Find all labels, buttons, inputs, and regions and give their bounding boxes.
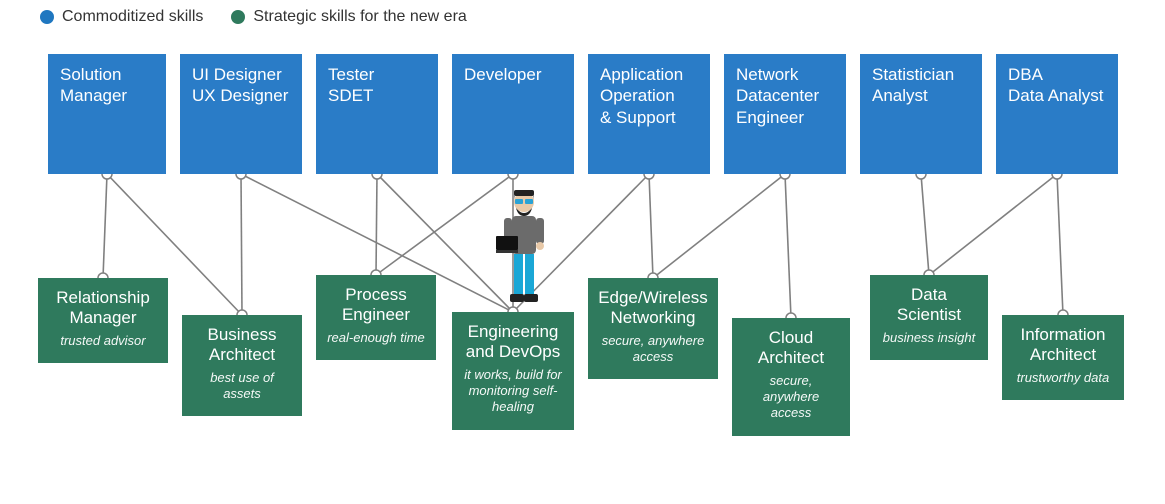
- bottom-box-process-engineer: Process Engineer real-enough time: [316, 275, 436, 360]
- bottom-box-title: Relationship Manager: [48, 288, 158, 329]
- legend-label-strategic: Strategic skills for the new era: [253, 8, 466, 26]
- bottom-box-subtitle: it works, build for monitoring self-heal…: [462, 367, 564, 416]
- bottom-box-subtitle: trustworthy data: [1012, 370, 1114, 386]
- bottom-box-subtitle: secure, anywhere access: [742, 373, 840, 422]
- top-box-tester-sdet: TesterSDET: [316, 54, 438, 174]
- bottom-box-subtitle: real-enough time: [326, 330, 426, 346]
- bottom-box-cloud-architect: Cloud Architectsecure, anywhere access: [732, 318, 850, 436]
- bottom-box-title: Data Scientist: [880, 285, 978, 326]
- top-box-line: DBA: [1008, 64, 1106, 85]
- top-box-statistician-analyst: StatisticianAnalyst: [860, 54, 982, 174]
- top-box-line: Manager: [60, 85, 154, 106]
- bottom-box-subtitle: secure, anywhere access: [598, 333, 708, 366]
- top-box-line: Statistician: [872, 64, 970, 85]
- bottom-box-title: Cloud Architect: [742, 328, 840, 369]
- top-box-solution-manager: SolutionManager: [48, 54, 166, 174]
- legend-item-strategic: Strategic skills for the new era: [231, 8, 466, 26]
- bottom-box-title: Engineering and DevOps: [462, 322, 564, 363]
- top-box-line: UX Designer: [192, 85, 290, 106]
- top-box-line: Operation: [600, 85, 698, 106]
- top-box-app-operation-support: ApplicationOperation& Support: [588, 54, 710, 174]
- legend-dot-commoditized: [40, 10, 54, 24]
- bottom-box-engineering-devops: Engineering and DevOpsit works, build fo…: [452, 312, 574, 430]
- developer-person-icon: [492, 188, 556, 317]
- bottom-box-business-architect: Business Architect best use of assets: [182, 315, 302, 416]
- top-box-line: Tester: [328, 64, 426, 85]
- top-box-line: Analyst: [872, 85, 970, 106]
- top-box-line: UI Designer: [192, 64, 290, 85]
- bottom-box-subtitle: trusted advisor: [48, 333, 158, 349]
- bottom-box-title: Edge/Wireless Networking: [598, 288, 708, 329]
- top-box-line: SDET: [328, 85, 426, 106]
- legend-dot-strategic: [231, 10, 245, 24]
- bottom-box-relationship-manager: Relationship Manager trusted advisor: [38, 278, 168, 363]
- bottom-box-subtitle: best use of assets: [192, 370, 292, 403]
- top-box-line: Network: [736, 64, 834, 85]
- connector-lines: [0, 0, 1165, 504]
- top-box-line: Engineer: [736, 107, 834, 128]
- top-box-ui-ux-designer: UI DesignerUX Designer: [180, 54, 302, 174]
- top-box-line: Datacenter: [736, 85, 834, 106]
- legend-label-commoditized: Commoditized skills: [62, 8, 203, 26]
- top-box-line: Application: [600, 64, 698, 85]
- top-box-developer: Developer: [452, 54, 574, 174]
- legend-item-commoditized: Commoditized skills: [40, 8, 203, 26]
- top-box-line: & Support: [600, 107, 698, 128]
- bottom-box-title: Process Engineer: [326, 285, 426, 326]
- bottom-box-information-architect: Information Architect trustworthy data: [1002, 315, 1124, 400]
- top-box-line: Developer: [464, 64, 562, 85]
- bottom-box-data-scientist: Data Scientist business insight: [870, 275, 988, 360]
- top-box-line: Data Analyst: [1008, 85, 1106, 106]
- bottom-box-title: Information Architect: [1012, 325, 1114, 366]
- bottom-box-edge-wireless-networking: Edge/Wireless Networking secure, anywhere…: [588, 278, 718, 379]
- top-box-network-datacenter-engineer: NetworkDatacenterEngineer: [724, 54, 846, 174]
- top-box-dba-data-analyst: DBAData Analyst: [996, 54, 1118, 174]
- legend: Commoditized skills Strategic skills for…: [40, 8, 467, 26]
- bottom-box-title: Business Architect: [192, 325, 292, 366]
- top-box-line: Solution: [60, 64, 154, 85]
- bottom-box-subtitle: business insight: [880, 330, 978, 346]
